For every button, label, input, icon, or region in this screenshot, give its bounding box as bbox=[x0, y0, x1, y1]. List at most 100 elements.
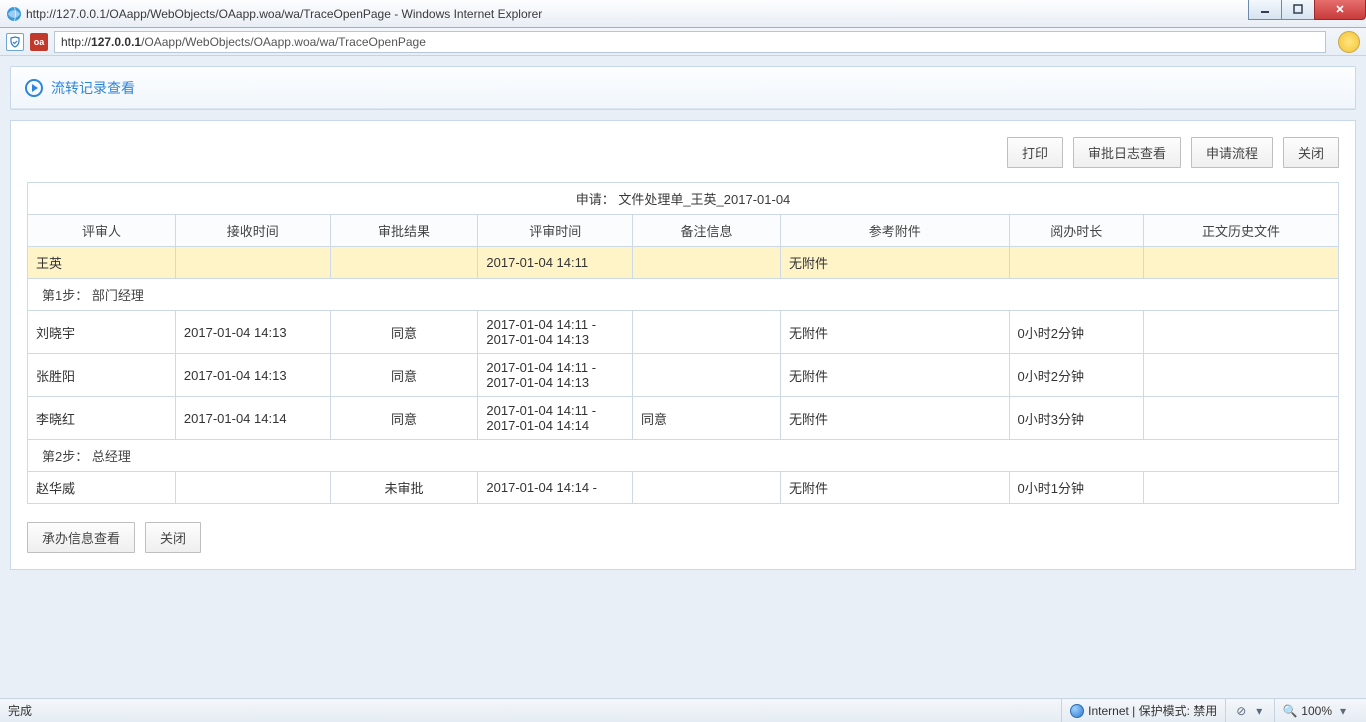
cell-review-time: 2017-01-04 14:11 - 2017-01-04 14:13 bbox=[478, 354, 633, 397]
step-label: 第2步： 总经理 bbox=[28, 440, 1339, 472]
trace-table: 申请： 文件处理单_王英_2017-01-04 评审人 接收时间 审批结果 评审… bbox=[27, 182, 1339, 504]
table-row: 刘晓宇2017-01-04 14:13同意2017-01-04 14:11 - … bbox=[28, 311, 1339, 354]
cell-reviewer: 刘晓宇 bbox=[28, 311, 176, 354]
status-zone: Internet | 保护模式: 禁用 bbox=[1061, 699, 1225, 722]
window-titlebar: http://127.0.0.1/OAapp/WebObjects/OAapp.… bbox=[0, 0, 1366, 28]
cell-approval-result bbox=[330, 247, 478, 279]
window-buttons bbox=[1249, 0, 1366, 20]
cell-review-time: 2017-01-04 14:11 - 2017-01-04 14:13 bbox=[478, 311, 633, 354]
cell-review-time: 2017-01-04 14:11 - 2017-01-04 14:14 bbox=[478, 397, 633, 440]
approval-log-button[interactable]: 审批日志查看 bbox=[1073, 137, 1181, 168]
cell-duration: 0小时2分钟 bbox=[1009, 311, 1143, 354]
col-history-file: 正文历史文件 bbox=[1143, 215, 1338, 247]
panel-header: 流转记录查看 bbox=[11, 67, 1355, 109]
table-row: 李晓红2017-01-04 14:14同意2017-01-04 14:11 - … bbox=[28, 397, 1339, 440]
url-input[interactable]: http://127.0.0.1/OAapp/WebObjects/OAapp.… bbox=[54, 31, 1326, 53]
col-review-time: 评审时间 bbox=[478, 215, 633, 247]
col-duration: 阅办时长 bbox=[1009, 215, 1143, 247]
cell-receive-time bbox=[175, 472, 330, 504]
cell-review-time: 2017-01-04 14:11 bbox=[478, 247, 633, 279]
apply-title: 申请： 文件处理单_王英_2017-01-04 bbox=[28, 183, 1339, 215]
arrow-right-icon bbox=[25, 79, 43, 97]
globe-icon bbox=[1070, 704, 1084, 718]
cell-attachment: 无附件 bbox=[780, 247, 1009, 279]
step-label: 第1步： 部门经理 bbox=[28, 279, 1339, 311]
cell-remark bbox=[633, 354, 781, 397]
minimize-button[interactable] bbox=[1248, 0, 1282, 20]
apply-title-row: 申请： 文件处理单_王英_2017-01-04 bbox=[28, 183, 1339, 215]
col-reviewer: 评审人 bbox=[28, 215, 176, 247]
cell-history-file bbox=[1143, 247, 1338, 279]
sponsor-info-button[interactable]: 承办信息查看 bbox=[27, 522, 135, 553]
window-close-button[interactable] bbox=[1314, 0, 1366, 20]
magnifier-icon: 🔍 bbox=[1283, 704, 1297, 718]
close-button-top[interactable]: 关闭 bbox=[1283, 137, 1339, 168]
address-bar-row: oa http://127.0.0.1/OAapp/WebObjects/OAa… bbox=[0, 28, 1366, 56]
url-host: 127.0.0.1 bbox=[91, 35, 141, 49]
app-icon: oa bbox=[30, 33, 48, 51]
cell-history-file bbox=[1143, 397, 1338, 440]
col-attachment: 参考附件 bbox=[780, 215, 1009, 247]
url-path: /OAapp/WebObjects/OAapp.woa/wa/TraceOpen… bbox=[141, 35, 426, 49]
col-receive-time: 接收时间 bbox=[175, 215, 330, 247]
page-title: 流转记录查看 bbox=[51, 78, 135, 98]
status-done: 完成 bbox=[8, 702, 32, 719]
cell-approval-result: 同意 bbox=[330, 354, 478, 397]
table-row: 张胜阳2017-01-04 14:13同意2017-01-04 14:11 - … bbox=[28, 354, 1339, 397]
top-button-row: 打印 审批日志查看 申请流程 关闭 bbox=[27, 137, 1339, 168]
cell-reviewer: 赵华威 bbox=[28, 472, 176, 504]
zoom-value: 100% bbox=[1301, 704, 1332, 718]
cell-review-time: 2017-01-04 14:14 - bbox=[478, 472, 633, 504]
viewport: 流转记录查看 打印 审批日志查看 申请流程 关闭 申请： 文件处理单_王英_20… bbox=[0, 56, 1366, 698]
cell-history-file bbox=[1143, 472, 1338, 504]
cell-attachment: 无附件 bbox=[780, 397, 1009, 440]
cell-receive-time: 2017-01-04 14:13 bbox=[175, 311, 330, 354]
table-row: 赵华威 未审批2017-01-04 14:14 - 无附件0小时1分钟 bbox=[28, 472, 1339, 504]
status-bar: 完成 Internet | 保护模式: 禁用 ⊘ ▾ 🔍 100% ▾ bbox=[0, 698, 1366, 722]
cell-approval-result: 同意 bbox=[330, 311, 478, 354]
cell-approval-result: 未审批 bbox=[330, 472, 478, 504]
body-panel: 打印 审批日志查看 申请流程 关闭 申请： 文件处理单_王英_2017-01-0… bbox=[10, 120, 1356, 570]
cell-history-file bbox=[1143, 311, 1338, 354]
print-button[interactable]: 打印 bbox=[1007, 137, 1063, 168]
close-button-bottom[interactable]: 关闭 bbox=[145, 522, 201, 553]
cell-remark bbox=[633, 311, 781, 354]
cell-attachment: 无附件 bbox=[780, 311, 1009, 354]
status-security[interactable]: ⊘ ▾ bbox=[1225, 699, 1274, 722]
apply-flow-button[interactable]: 申请流程 bbox=[1191, 137, 1273, 168]
cell-duration bbox=[1009, 247, 1143, 279]
status-zoom[interactable]: 🔍 100% ▾ bbox=[1274, 699, 1358, 722]
cell-attachment: 无附件 bbox=[780, 472, 1009, 504]
step-row: 第1步： 部门经理 bbox=[28, 279, 1339, 311]
zone-text: Internet | 保护模式: 禁用 bbox=[1088, 702, 1217, 719]
header-row: 评审人 接收时间 审批结果 评审时间 备注信息 参考附件 阅办时长 正文历史文件 bbox=[28, 215, 1339, 247]
compat-icon[interactable] bbox=[1338, 31, 1360, 53]
bottom-button-row: 承办信息查看 关闭 bbox=[27, 522, 1339, 553]
step-row: 第2步： 总经理 bbox=[28, 440, 1339, 472]
cell-duration: 0小时2分钟 bbox=[1009, 354, 1143, 397]
cell-receive-time bbox=[175, 247, 330, 279]
initial-row: 王英 2017-01-04 14:11 无附件 bbox=[28, 247, 1339, 279]
cell-receive-time: 2017-01-04 14:13 bbox=[175, 354, 330, 397]
maximize-button[interactable] bbox=[1281, 0, 1315, 20]
ie-icon bbox=[6, 6, 22, 22]
cell-approval-result: 同意 bbox=[330, 397, 478, 440]
shield-icon[interactable] bbox=[6, 33, 24, 51]
cell-duration: 0小时3分钟 bbox=[1009, 397, 1143, 440]
cell-duration: 0小时1分钟 bbox=[1009, 472, 1143, 504]
cell-receive-time: 2017-01-04 14:14 bbox=[175, 397, 330, 440]
window-title: http://127.0.0.1/OAapp/WebObjects/OAapp.… bbox=[26, 7, 542, 21]
cell-remark: 同意 bbox=[633, 397, 781, 440]
chevron-down-icon: ▾ bbox=[1252, 704, 1266, 718]
security-off-icon: ⊘ bbox=[1234, 704, 1248, 718]
cell-reviewer: 张胜阳 bbox=[28, 354, 176, 397]
cell-history-file bbox=[1143, 354, 1338, 397]
url-scheme: http:// bbox=[61, 35, 91, 49]
cell-reviewer: 王英 bbox=[28, 247, 176, 279]
chevron-down-icon: ▾ bbox=[1336, 704, 1350, 718]
cell-remark bbox=[633, 472, 781, 504]
cell-reviewer: 李晓红 bbox=[28, 397, 176, 440]
col-remark: 备注信息 bbox=[633, 215, 781, 247]
col-approval-result: 审批结果 bbox=[330, 215, 478, 247]
cell-remark bbox=[633, 247, 781, 279]
